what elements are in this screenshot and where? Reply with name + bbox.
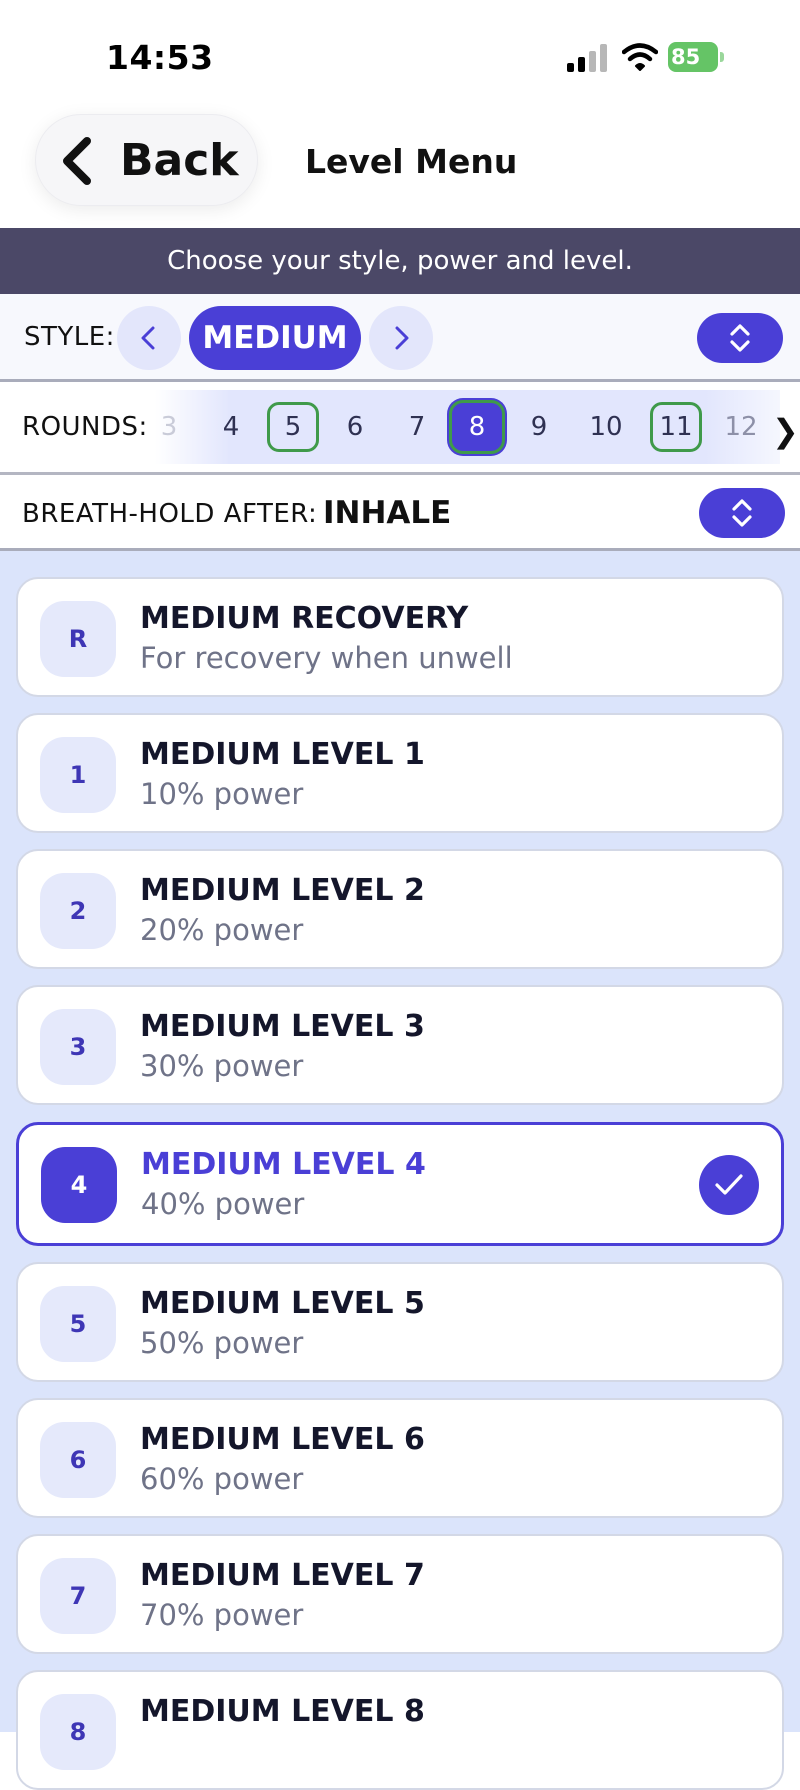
breath-hold-select-button[interactable] bbox=[699, 488, 785, 538]
level-badge: 7 bbox=[40, 1558, 116, 1634]
level-title: MEDIUM LEVEL 2 bbox=[140, 873, 425, 908]
breath-hold-value: INHALE bbox=[323, 495, 452, 531]
chevron-left-icon bbox=[63, 137, 91, 185]
round-option[interactable]: 12 bbox=[713, 404, 769, 450]
style-prev-button[interactable] bbox=[117, 306, 181, 370]
wifi-icon bbox=[622, 43, 658, 71]
level-card-selected[interactable]: 4 MEDIUM LEVEL 4 40% power bbox=[16, 1122, 784, 1246]
rounds-next-icon[interactable]: ❯ bbox=[772, 412, 799, 450]
level-badge: R bbox=[40, 601, 116, 677]
level-badge: 5 bbox=[40, 1286, 116, 1362]
round-option[interactable]: 6 bbox=[327, 404, 383, 450]
level-card[interactable]: 8 MEDIUM LEVEL 8 bbox=[16, 1670, 784, 1790]
style-select-button[interactable] bbox=[697, 313, 783, 363]
level-subtitle: 20% power bbox=[140, 913, 304, 947]
back-button[interactable]: Back bbox=[35, 114, 258, 206]
page-title: Level Menu bbox=[305, 142, 518, 181]
round-option[interactable]: 10 bbox=[578, 404, 634, 450]
level-title: MEDIUM LEVEL 3 bbox=[140, 1009, 425, 1044]
up-down-icon bbox=[732, 499, 752, 527]
breath-hold-row: BREATH-HOLD AFTER: INHALE bbox=[0, 475, 800, 551]
rounds-label: ROUNDS: bbox=[22, 412, 148, 442]
round-option-selected[interactable]: 8 bbox=[449, 400, 505, 454]
battery-icon: 85 bbox=[668, 42, 726, 72]
level-subtitle: 60% power bbox=[140, 1462, 304, 1496]
chevron-left-icon bbox=[141, 326, 155, 350]
level-card[interactable]: R MEDIUM RECOVERY For recovery when unwe… bbox=[16, 577, 784, 697]
level-subtitle: 40% power bbox=[141, 1187, 305, 1221]
level-subtitle: For recovery when unwell bbox=[140, 641, 513, 675]
level-card[interactable]: 3 MEDIUM LEVEL 3 30% power bbox=[16, 985, 784, 1105]
round-option[interactable]: 4 bbox=[203, 404, 259, 450]
level-badge: 2 bbox=[40, 873, 116, 949]
style-label: STYLE: bbox=[24, 322, 115, 352]
chevron-right-icon bbox=[395, 326, 409, 350]
round-option[interactable]: 7 bbox=[389, 404, 445, 450]
up-down-icon bbox=[730, 324, 750, 352]
level-subtitle: 30% power bbox=[140, 1049, 304, 1083]
level-card[interactable]: 2 MEDIUM LEVEL 2 20% power bbox=[16, 849, 784, 969]
round-option[interactable]: 5 bbox=[267, 402, 319, 452]
level-list: R MEDIUM RECOVERY For recovery when unwe… bbox=[0, 551, 800, 1790]
level-badge: 1 bbox=[40, 737, 116, 813]
signal-icon bbox=[567, 44, 607, 72]
checkmark-icon bbox=[699, 1155, 759, 1215]
level-title: MEDIUM LEVEL 1 bbox=[140, 737, 425, 772]
level-subtitle: 70% power bbox=[140, 1598, 304, 1632]
level-title: MEDIUM LEVEL 8 bbox=[140, 1694, 425, 1729]
level-title: MEDIUM LEVEL 6 bbox=[140, 1422, 425, 1457]
level-title: MEDIUM LEVEL 7 bbox=[140, 1558, 425, 1593]
breath-hold-label: BREATH-HOLD AFTER: bbox=[22, 499, 318, 529]
style-value[interactable]: MEDIUM bbox=[189, 306, 361, 370]
level-subtitle: 50% power bbox=[140, 1326, 304, 1360]
level-badge: 6 bbox=[40, 1422, 116, 1498]
level-title: MEDIUM LEVEL 5 bbox=[140, 1286, 425, 1321]
rounds-row: ROUNDS: 3 4 5 6 7 8 9 10 11 12 ❯ bbox=[0, 382, 800, 475]
status-bar: 14:53 85 bbox=[0, 0, 800, 110]
battery-level: 85 bbox=[668, 42, 718, 72]
level-card[interactable]: 1 MEDIUM LEVEL 1 10% power bbox=[16, 713, 784, 833]
round-option[interactable]: 3 bbox=[141, 404, 197, 450]
level-card[interactable]: 6 MEDIUM LEVEL 6 60% power bbox=[16, 1398, 784, 1518]
level-subtitle: 10% power bbox=[140, 777, 304, 811]
round-option[interactable]: 9 bbox=[511, 404, 567, 450]
level-badge: 3 bbox=[40, 1009, 116, 1085]
level-card[interactable]: 7 MEDIUM LEVEL 7 70% power bbox=[16, 1534, 784, 1654]
style-row: STYLE: MEDIUM bbox=[0, 294, 800, 382]
level-title: MEDIUM LEVEL 4 bbox=[141, 1147, 426, 1182]
level-title: MEDIUM RECOVERY bbox=[140, 601, 469, 636]
round-option[interactable]: 11 bbox=[650, 402, 702, 452]
level-card[interactable]: 5 MEDIUM LEVEL 5 50% power bbox=[16, 1262, 784, 1382]
instruction-banner: Choose your style, power and level. bbox=[0, 228, 800, 294]
style-next-button[interactable] bbox=[369, 306, 433, 370]
header: Back Level Menu bbox=[0, 110, 800, 228]
level-badge: 8 bbox=[40, 1694, 116, 1770]
level-badge: 4 bbox=[41, 1147, 117, 1223]
status-time: 14:53 bbox=[106, 38, 214, 77]
back-label: Back bbox=[120, 135, 239, 186]
